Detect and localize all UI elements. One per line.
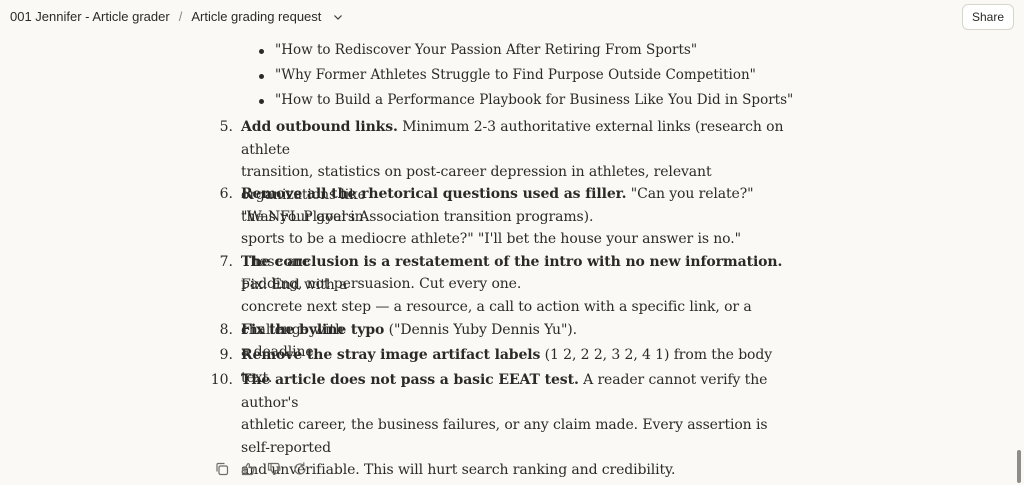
retry-icon[interactable] xyxy=(292,461,308,477)
thumbs-down-icon[interactable] xyxy=(266,461,282,477)
breadcrumb-separator: / xyxy=(178,9,183,24)
chevron-down-icon[interactable] xyxy=(333,12,343,22)
item-text: Fix the byline typo ("Dennis Yuby Dennis… xyxy=(241,322,577,338)
message-content: "How to Rediscover Your Passion After Re… xyxy=(0,0,1024,485)
copy-icon[interactable] xyxy=(214,461,230,477)
top-bar: 001 Jennifer - Article grader / Article … xyxy=(0,0,1024,34)
list-item: "How to Rediscover Your Passion After Re… xyxy=(259,42,697,58)
list-item: "How to Build a Performance Playbook for… xyxy=(259,92,793,108)
share-button[interactable]: Share xyxy=(962,4,1014,30)
list-item: "Why Former Athletes Struggle to Find Pu… xyxy=(259,67,756,83)
conversation-title[interactable]: Article grading request xyxy=(191,9,321,24)
project-link[interactable]: 001 Jennifer - Article grader xyxy=(10,9,170,24)
message-actions xyxy=(214,461,308,477)
thumbs-up-icon[interactable] xyxy=(240,461,256,477)
item-text: The article does not pass a basic EEAT t… xyxy=(241,372,768,478)
breadcrumb: 001 Jennifer - Article grader / Article … xyxy=(10,9,343,24)
scrollbar[interactable] xyxy=(1017,450,1021,483)
